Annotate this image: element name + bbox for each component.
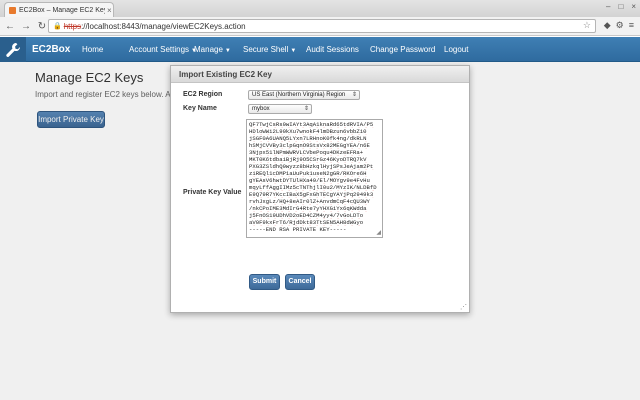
private-key-line: aV0F9kxFrT6/RjdDkt83TtSEN5AH8dWGyo — [249, 219, 364, 226]
extension-icon[interactable]: ◆ — [604, 20, 611, 31]
forward-icon[interactable]: → — [20, 21, 32, 32]
private-key-line: ziREQl1cDMP1aUuPuk1useN2gGR/RKOre6H — [249, 170, 367, 177]
private-key-line: rvhJxgLz/HQ+8eAIr0lZ+AnvdmCqF4cQU3WY — [249, 198, 370, 205]
dialog-resize-icon[interactable]: ⋰ — [460, 303, 467, 311]
chevron-down-icon: ▼ — [224, 48, 231, 54]
url-path: ://localhost:8443/manage/viewEC2Keys.act… — [81, 21, 246, 31]
url-scheme: https — [63, 21, 82, 31]
region-select-value: US East (Northern Virginia) Region — [252, 92, 346, 98]
nav-home[interactable]: Home — [82, 37, 103, 62]
dialog-title: Import Existing EC2 Key — [171, 66, 469, 83]
nav-change-password[interactable]: Change Password — [370, 37, 435, 62]
private-key-textarea[interactable]: QF7TwjCsRs9wIAYt3AqA1knaRd65tdRVIA/P5 HDl… — [246, 119, 383, 238]
nav-secure-shell[interactable]: Secure Shell ▼ — [243, 37, 296, 62]
private-key-line: QF7TwjCsRs9wIAYt3AqA1knaRd65tdRVIA/P5 — [249, 121, 374, 128]
nav-account-settings[interactable]: Account Settings ▼ — [129, 37, 197, 62]
key-name-label: Key Name — [183, 105, 217, 112]
submit-button[interactable]: Submit — [249, 274, 280, 290]
select-arrows-icon: ⇕ — [351, 92, 357, 98]
reload-icon[interactable]: ↻ — [36, 21, 48, 32]
private-key-line: hSMjCVVBy3clpGqnO9StsVx82MEGgYEA/n6E — [249, 142, 370, 149]
favicon-icon — [9, 6, 16, 14]
private-key-line: HDloWWi2L90kXu7wnokF4lmDBzun6vbbZi0 — [249, 128, 367, 135]
brand[interactable]: EC2Box — [0, 37, 70, 62]
lock-icon: 🔒 — [53, 23, 62, 30]
private-key-line: 3Njpx51lNPmWWRVLCVbePoqu4DKzeEFRa+ — [249, 149, 364, 156]
private-key-lines: QF7TwjCsRs9wIAYt3AqA1knaRd65tdRVIA/P5 HDl… — [249, 121, 380, 233]
private-key-line: /nkCPoIME3MdIrG4Rte7yYHXGiYx6qKWdda — [249, 205, 367, 212]
nav-secure-shell-label: Secure Shell — [243, 45, 289, 54]
window-controls: – □ × — [606, 2, 636, 11]
app-navbar: EC2Box Home Account Settings ▼ Manage ▼ Se… — [0, 37, 640, 62]
minimize-icon[interactable]: – — [606, 2, 610, 11]
key-name-select-value: mybox — [252, 106, 270, 112]
region-label: EC2 Region — [183, 91, 223, 98]
nav-manage-label: Manage — [194, 45, 223, 54]
private-key-line: E9Q79R7YKccIBaX5gFxGhTECgYAYjPq2949k3 — [249, 191, 374, 198]
brand-name: EC2Box — [32, 44, 71, 55]
private-key-label: Private Key Value — [183, 189, 242, 196]
star-icon[interactable]: ☆ — [583, 20, 591, 31]
private-key-line: jSGF0A6UANQ5LYxn7LRHnoK0fk4ng/dkRLN — [249, 135, 367, 142]
key-name-select[interactable]: mybox ⇕ — [248, 104, 312, 114]
wrench-logo-icon — [0, 37, 26, 62]
settings-gear-icon[interactable]: ⚙ — [616, 20, 624, 31]
resize-grip-icon[interactable]: ◢ — [376, 229, 381, 236]
nav-logout[interactable]: Logout — [444, 37, 468, 62]
private-key-line: mqyLffAggIIMz5cTNThjlI0u2/MYzIK/NLDBfD — [249, 184, 377, 191]
import-key-dialog: Import Existing EC2 Key EC2 Region US Ea… — [170, 65, 470, 313]
close-window-icon[interactable]: × — [631, 2, 636, 11]
toolbar-icons: ◆ ⚙ ≡ — [604, 20, 634, 31]
private-key-line: gYEAsV6hwtDYTUlHXa49/El/MOYgv9e4FvHu — [249, 177, 370, 184]
nav-manage[interactable]: Manage ▼ — [194, 37, 231, 62]
browser-toolbar: ← → ↻ 🔒 https ://localhost:8443/manage/v… — [0, 17, 640, 36]
menu-icon[interactable]: ≡ — [629, 20, 634, 31]
maximize-icon[interactable]: □ — [618, 2, 623, 11]
cancel-button[interactable]: Cancel — [285, 274, 315, 290]
back-icon[interactable]: ← — [4, 21, 16, 32]
browser-titlebar: EC2Box – Manage EC2 Keys × – □ × — [0, 0, 640, 17]
region-select[interactable]: US East (Northern Virginia) Region ⇕ — [248, 90, 360, 100]
nav-audit-sessions[interactable]: Audit Sessions — [306, 37, 359, 62]
private-key-line: MKT0K6tdbaiBjRj9O5CSrGz46KyoDTRQ7kV — [249, 156, 367, 163]
private-key-line: j5FnOS19UDhVD2oED4CZM4yy4/7vGoLDTo — [249, 212, 364, 219]
tab-title: EC2Box – Manage EC2 Keys — [19, 6, 105, 14]
private-key-line: -----END RSA PRIVATE KEY----- — [249, 226, 347, 233]
private-key-line: PXG3ZSldhQ9wyzz8bHzkqlHyjSPsJeAjam2Pt — [249, 163, 374, 170]
address-bar[interactable]: 🔒 https ://localhost:8443/manage/viewEC2… — [48, 19, 596, 33]
nav-account-settings-label: Account Settings — [129, 45, 190, 54]
browser-tab[interactable]: EC2Box – Manage EC2 Keys × — [4, 2, 114, 17]
chevron-down-icon: ▼ — [290, 48, 297, 54]
tab-close-icon[interactable]: × — [107, 6, 112, 15]
select-arrows-icon: ⇕ — [303, 106, 309, 112]
